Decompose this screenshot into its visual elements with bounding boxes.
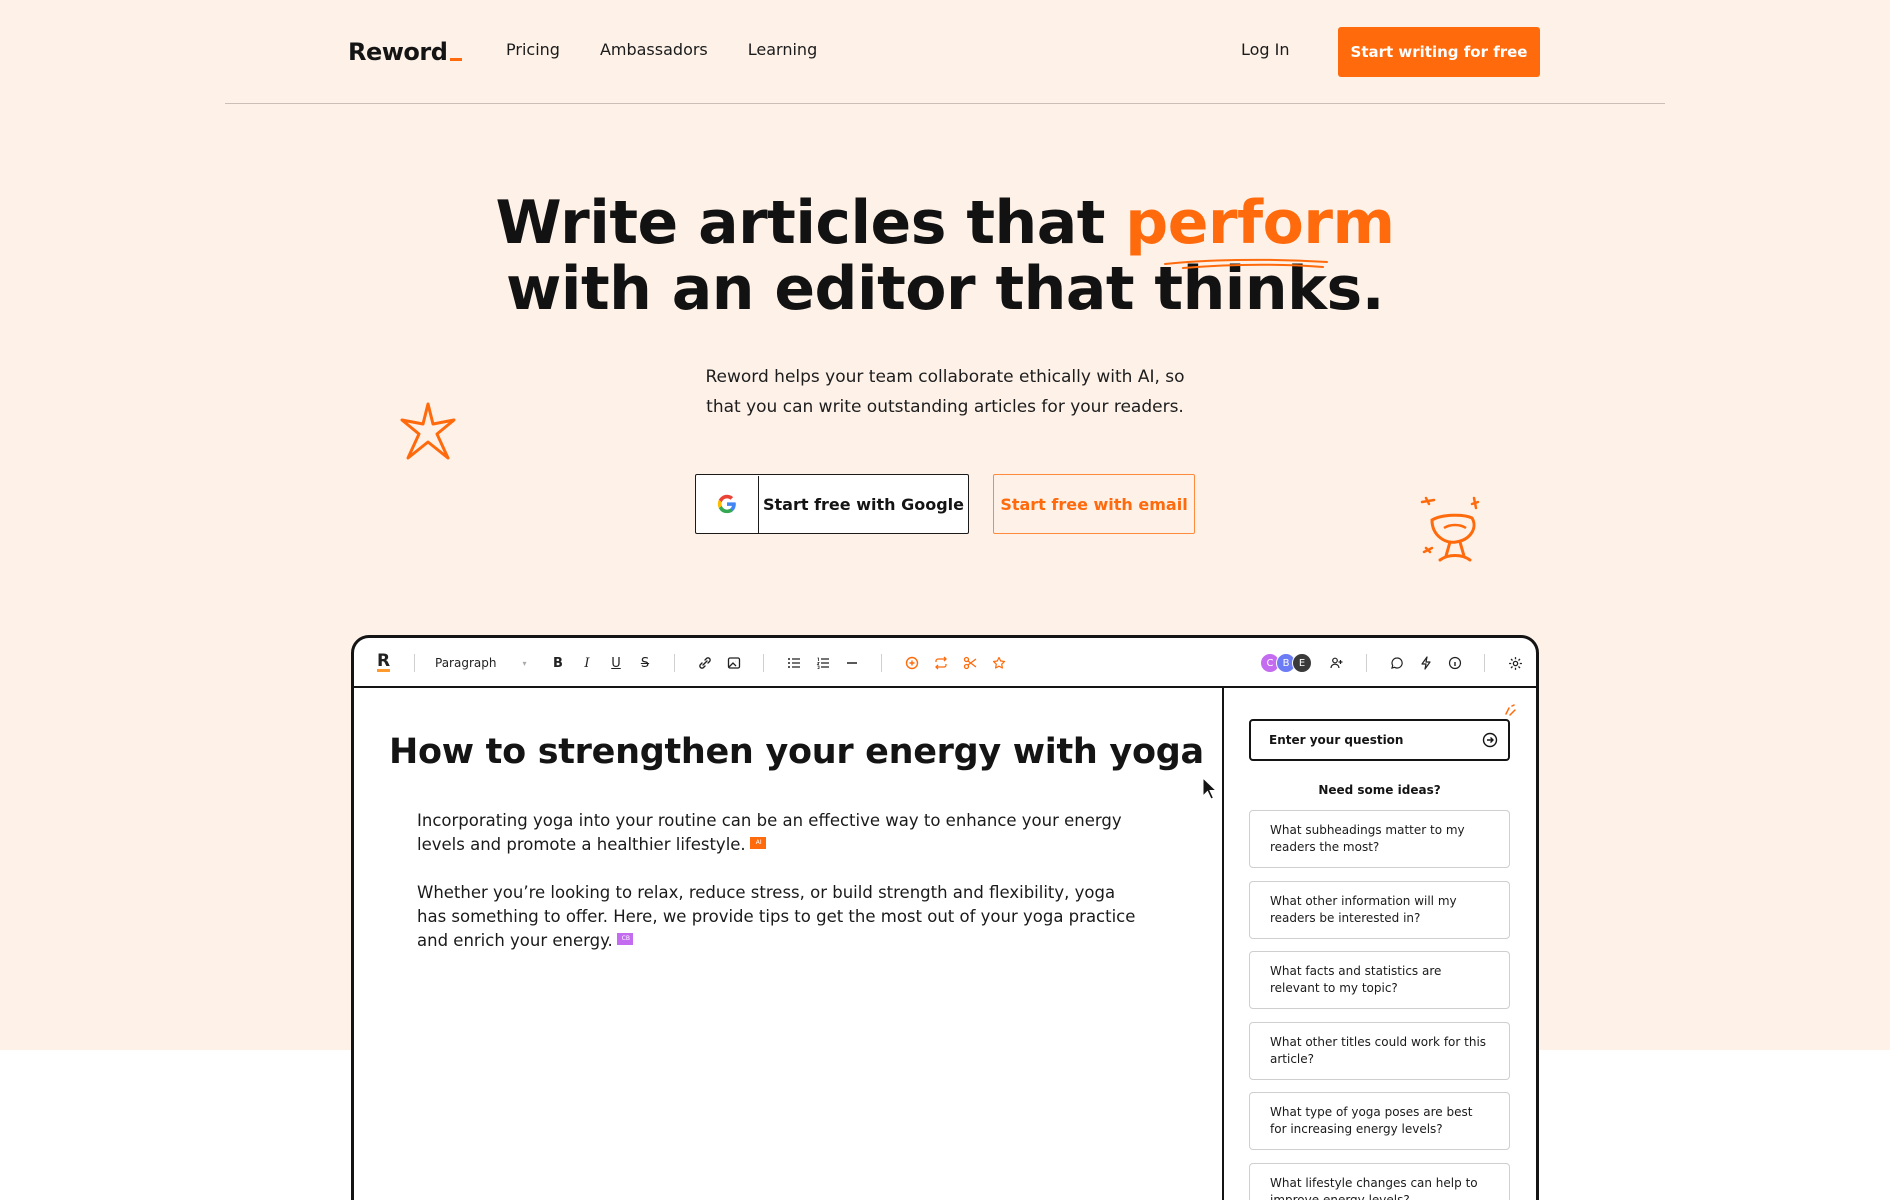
logo-underscore [450,58,463,61]
star-icon[interactable] [991,655,1007,671]
hero-subtitle: Reword helps your team collaborate ethic… [705,367,1185,417]
idea-suggestion[interactable]: What subheadings matter to my readers th… [1249,810,1510,868]
avatar-letter: C [1266,657,1274,669]
idea-suggestion[interactable]: What lifestyle changes can help to impro… [1249,1163,1510,1200]
link-icon[interactable] [697,655,713,671]
sparkle-lines-icon [1505,704,1516,716]
document-paragraph[interactable]: Whether you’re looking to relax, reduce … [417,881,1137,953]
email-signup-button[interactable]: Start free with email [993,474,1195,534]
block-style-select[interactable]: Paragraph ▾ [435,638,526,688]
sparkle-icon [400,402,456,460]
document-title[interactable]: How to strengthen your energy with yoga [389,732,1204,772]
nav-link-pricing[interactable]: Pricing [506,40,560,59]
editor-toolbar: R Paragraph ▾ B I U S C B E [354,638,1536,688]
nav-links: Pricing Ambassadors Learning [506,40,817,59]
settings-gear-icon[interactable] [1507,655,1523,671]
editor-logo: R [377,638,391,688]
assistant-panel: Need some ideas? What subheadings matter… [1222,688,1536,1200]
start-writing-button[interactable]: Start writing for free [1338,27,1540,77]
avatar[interactable]: E [1292,653,1312,673]
repeat-icon[interactable] [933,655,949,671]
toolbar-divider [881,654,882,672]
idea-suggestion[interactable]: What facts and statistics are relevant t… [1249,951,1510,1009]
paragraph-text: Incorporating yoga into your routine can… [417,811,1122,854]
add-circle-icon[interactable] [904,655,920,671]
editor-logo-letter: R [377,651,391,672]
collaborator-flag-icon: CB [616,933,633,945]
flag-label: AI [755,839,762,846]
google-icon [717,494,736,514]
underline-icon[interactable]: U [608,655,624,671]
hero-title: Write articles that perform with an edit… [0,190,1890,322]
google-button-label: Start free with Google [763,494,964,514]
italic-icon[interactable]: I [579,655,595,671]
flag-label: CB [621,935,630,942]
idea-suggestion[interactable]: What other information will my readers b… [1249,881,1510,939]
editor-preview: R Paragraph ▾ B I U S C B E How to stren… [351,635,1539,1200]
hero-title-accent-text: perform [1125,188,1395,258]
chevron-down-icon: ▾ [522,658,527,668]
top-nav: Reword Pricing Ambassadors Learning Log … [225,0,1665,104]
nav-link-ambassadors[interactable]: Ambassadors [600,40,708,59]
toolbar-divider [414,654,415,672]
idea-suggestion[interactable]: What type of yoga poses are best for inc… [1249,1092,1510,1150]
toolbar-divider [1366,654,1367,672]
ai-flag-icon: AI [749,837,766,849]
document-paragraph[interactable]: Incorporating yoga into your routine can… [417,809,1137,857]
avatar-letter: B [1282,657,1290,669]
scissors-icon[interactable] [962,655,978,671]
bold-icon[interactable]: B [550,655,566,671]
block-style-label: Paragraph [435,656,497,670]
google-icon-box [696,475,759,533]
paragraph-text: Whether you’re looking to relax, reduce … [417,883,1136,950]
login-link[interactable]: Log In [1241,40,1290,59]
lightning-icon[interactable] [1418,655,1434,671]
document-area[interactable]: How to strengthen your energy with yoga … [354,688,1222,1200]
send-arrow-icon[interactable] [1482,732,1498,748]
google-signup-button[interactable]: Start free with Google [695,474,969,534]
idea-suggestion[interactable]: What other titles could work for this ar… [1249,1022,1510,1080]
hero-title-accent: perform [1125,188,1395,269]
horizontal-rule-icon[interactable] [844,655,860,671]
trophy-icon [1420,496,1480,562]
question-input[interactable] [1249,719,1510,761]
toolbar-divider [674,654,675,672]
toolbar-divider [1484,654,1485,672]
scribble-underline-icon [1164,258,1329,269]
avatar-letter: E [1298,657,1306,669]
strikethrough-icon[interactable]: S [637,655,653,671]
comment-icon[interactable] [1389,655,1405,671]
toolbar-divider [763,654,764,672]
mouse-cursor-icon [1202,777,1218,800]
logo-text: Reword [348,38,448,66]
hero-title-part1: Write articles that [495,188,1126,258]
numbered-list-icon[interactable] [815,655,831,671]
info-icon[interactable] [1447,655,1463,671]
add-user-icon[interactable] [1329,655,1345,671]
nav-link-learning[interactable]: Learning [748,40,817,59]
bullet-list-icon[interactable] [786,655,802,671]
image-icon[interactable] [726,655,742,671]
logo[interactable]: Reword [348,38,463,66]
ideas-heading: Need some ideas? [1318,783,1441,797]
